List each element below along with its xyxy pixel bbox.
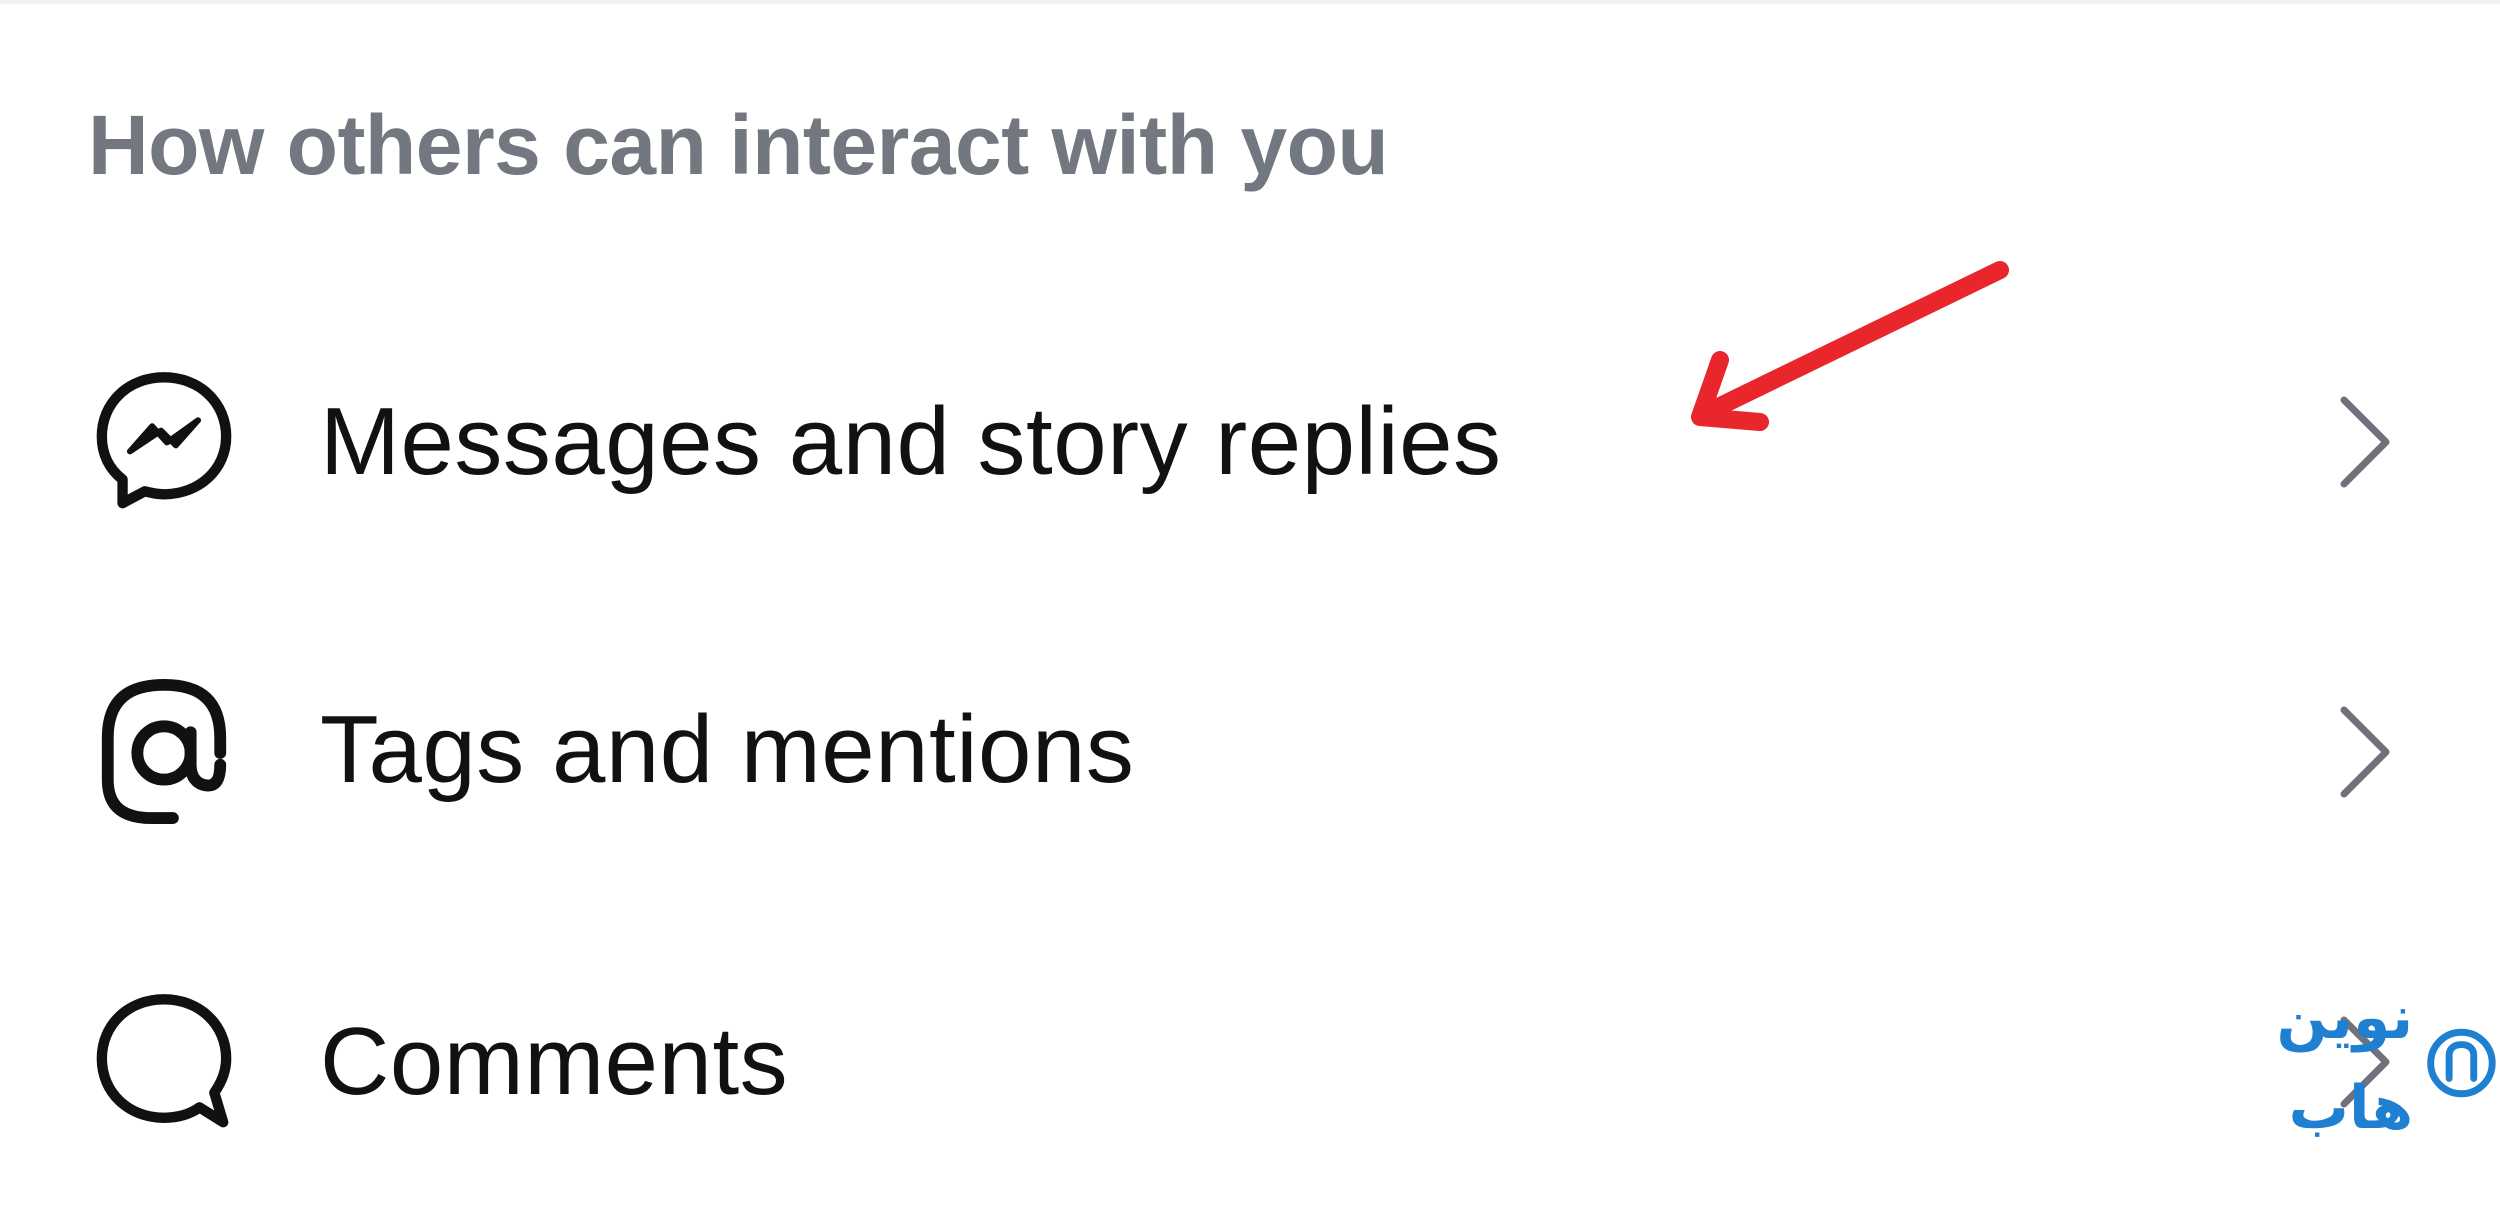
messenger-icon	[90, 367, 238, 515]
row-label-messages: Messages and story replies	[320, 388, 1502, 495]
annotation-arrow	[1660, 240, 2040, 440]
section-title: How others can interact with you	[88, 98, 1389, 192]
comment-bubble-icon	[90, 989, 238, 1137]
chevron-right-icon	[2330, 392, 2400, 492]
watermark: نوین هاب	[2155, 983, 2500, 1143]
at-sign-icon	[90, 676, 238, 824]
messages-and-story-replies-row[interactable]: Messages and story replies	[0, 290, 2500, 590]
watermark-logo-icon	[2423, 1021, 2500, 1105]
row-label-tags: Tags and mentions	[320, 696, 1135, 803]
watermark-text: نوین هاب	[2276, 983, 2414, 1143]
row-label-comments: Comments	[320, 1008, 789, 1115]
comments-row[interactable]: Comments	[0, 910, 2500, 1210]
tags-and-mentions-row[interactable]: Tags and mentions	[0, 600, 2500, 900]
chevron-right-icon	[2330, 702, 2400, 802]
top-divider	[0, 0, 2500, 4]
